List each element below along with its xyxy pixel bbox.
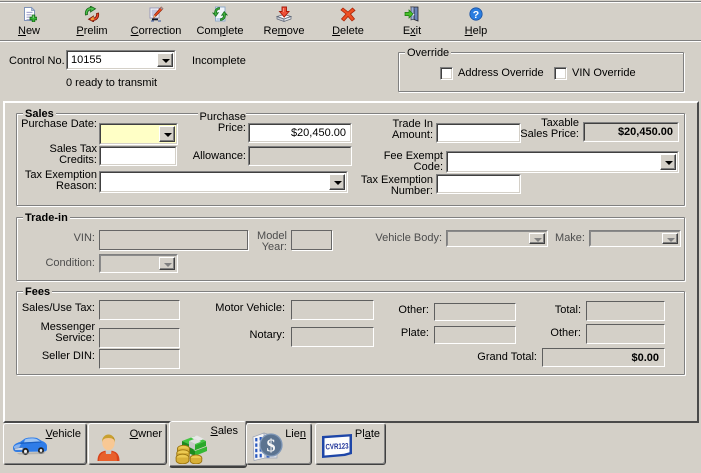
svg-text:CVR123: CVR123 — [325, 441, 349, 451]
svg-text:$: $ — [267, 436, 276, 456]
svg-text:?: ? — [473, 9, 479, 21]
